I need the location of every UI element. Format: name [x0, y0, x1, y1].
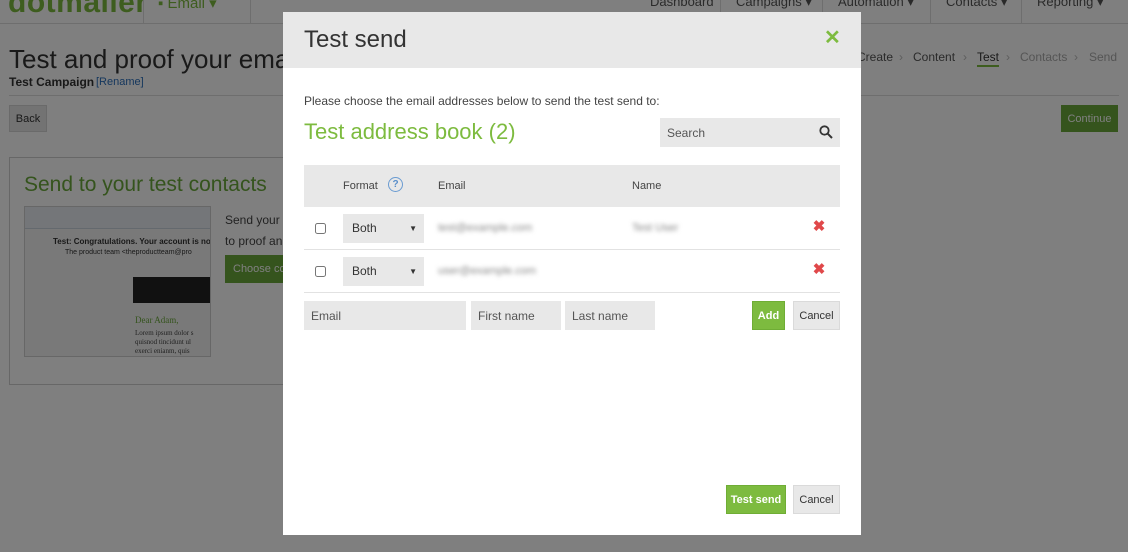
dialog-instructions: Please choose the email addresses below …	[304, 94, 660, 108]
format-select-value: Both	[352, 221, 377, 235]
help-icon[interactable]: ?	[388, 177, 403, 192]
row-email: test@example.com	[438, 222, 533, 234]
row-checkbox[interactable]	[315, 266, 326, 277]
new-email-input[interactable]	[304, 301, 466, 330]
delete-icon[interactable]: ✖	[812, 219, 826, 235]
format-select[interactable]: Both ▼	[343, 257, 424, 286]
column-header-format: Format	[343, 180, 378, 192]
new-last-name-input[interactable]	[565, 301, 655, 330]
column-header-name: Name	[632, 180, 662, 192]
table-header: Format ? Email Name	[304, 165, 840, 207]
caret-down-icon: ▼	[409, 224, 417, 233]
row-email: user@example.com	[438, 265, 536, 277]
new-first-name-input[interactable]	[471, 301, 561, 330]
address-book-title: Test address book (2)	[304, 119, 516, 144]
format-select[interactable]: Both ▼	[343, 214, 424, 243]
column-header-email: Email	[438, 180, 466, 192]
search-box	[660, 118, 840, 147]
delete-icon[interactable]: ✖	[812, 262, 826, 278]
dialog-title: Test send	[304, 26, 407, 53]
cancel-add-button[interactable]: Cancel	[793, 301, 840, 330]
table-row: Both ▼ test@example.com Test User ✖	[304, 207, 840, 250]
close-icon[interactable]: ✕	[824, 28, 841, 48]
search-input[interactable]	[660, 118, 810, 147]
add-contact-button[interactable]: Add	[752, 301, 785, 330]
row-name: Test User	[632, 222, 679, 234]
search-icon[interactable]	[819, 125, 833, 139]
test-send-button[interactable]: Test send	[726, 485, 786, 514]
cancel-button[interactable]: Cancel	[793, 485, 840, 514]
format-select-value: Both	[352, 264, 377, 278]
dialog-header: Test send ✕	[283, 12, 861, 68]
table-row: Both ▼ user@example.com ✖	[304, 250, 840, 293]
row-checkbox[interactable]	[315, 223, 326, 234]
caret-down-icon: ▼	[409, 267, 417, 276]
test-send-dialog: Test send ✕ Please choose the email addr…	[283, 12, 861, 535]
